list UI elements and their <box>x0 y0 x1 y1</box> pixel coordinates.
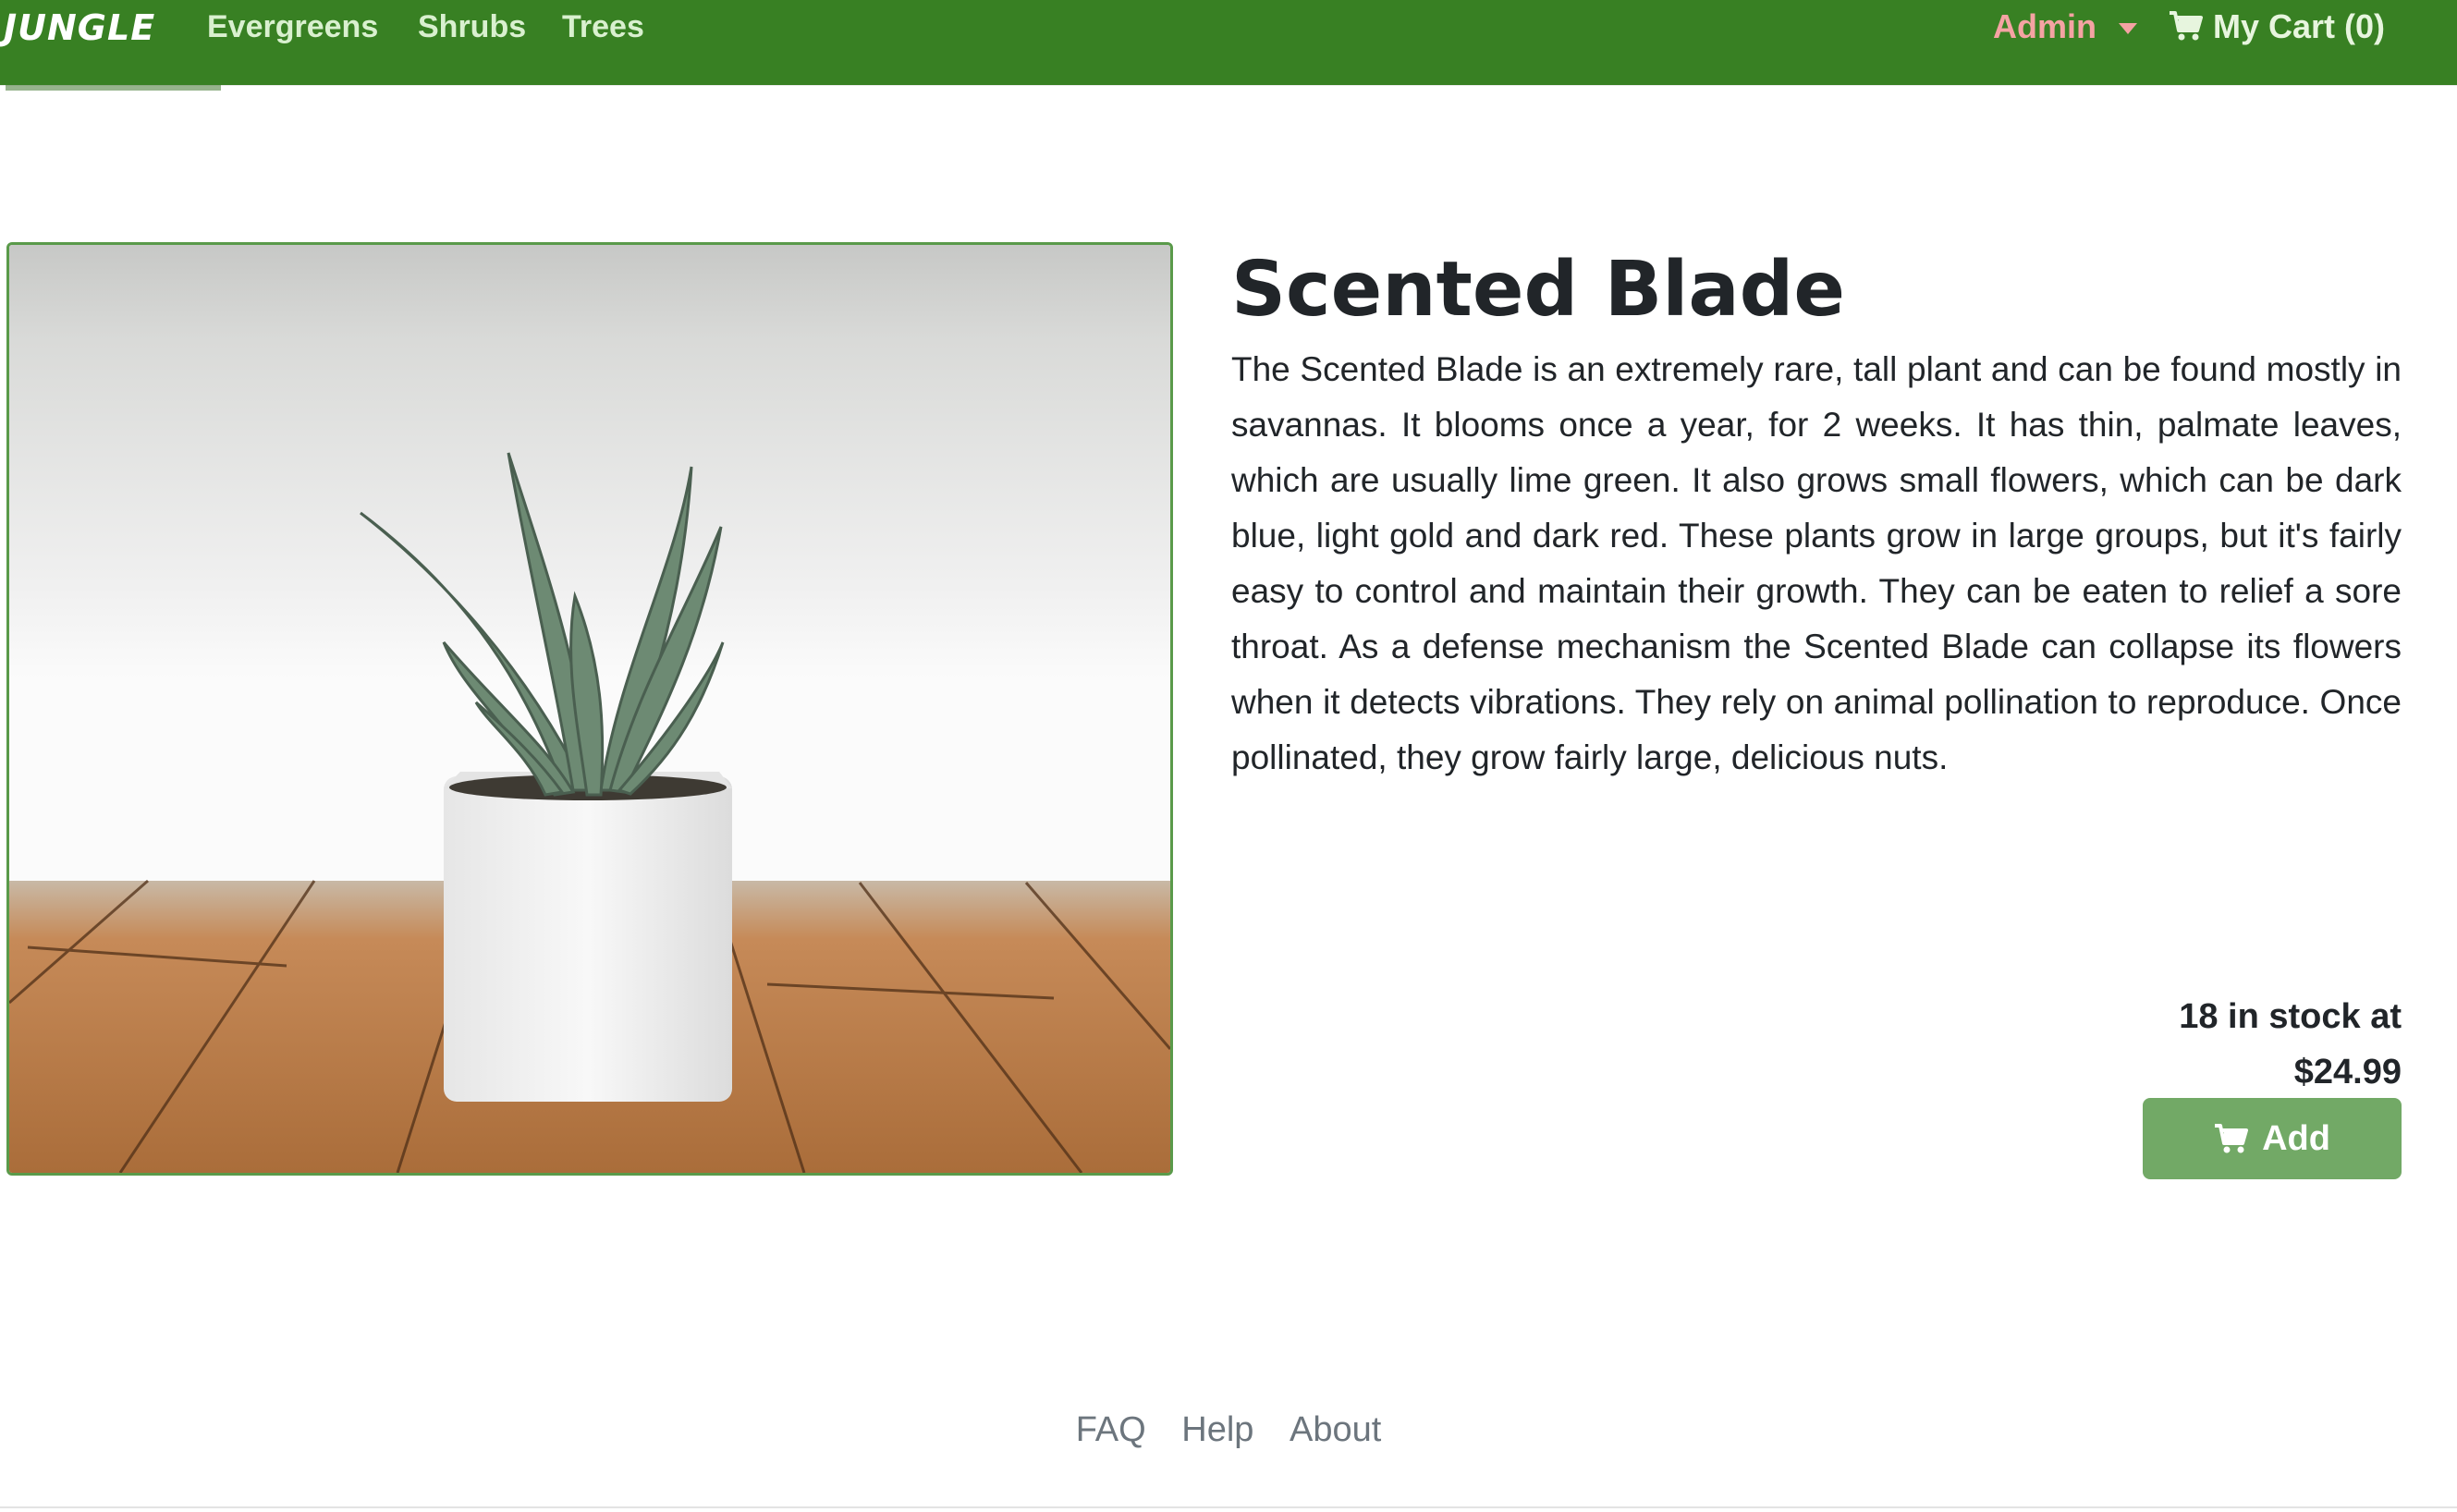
product-price: $24.99 <box>2293 1053 2402 1091</box>
top-navbar: JUNGLE Evergreens Shrubs Trees Admin My … <box>0 0 2457 85</box>
stock-info: 18 in stock at $24.99 <box>2179 989 2402 1100</box>
cart-label: My Cart (0) <box>2213 7 2386 45</box>
breadcrumb-remnant <box>6 85 221 91</box>
product-description: The Scented Blade is an extremely rare, … <box>1231 350 2402 776</box>
add-button-label: Add <box>2262 1118 2330 1158</box>
footer-links: FAQ Help About <box>0 1410 2457 1450</box>
nav-link-trees[interactable]: Trees <box>562 9 644 45</box>
footer-link-about[interactable]: About <box>1290 1410 1381 1450</box>
nav-link-evergreens[interactable]: Evergreens <box>207 9 378 45</box>
stock-count-text: 18 in stock at <box>2179 997 2402 1036</box>
product-image <box>6 242 1173 1176</box>
admin-dropdown[interactable]: Admin <box>1993 7 2138 46</box>
plant-photo <box>9 245 1170 1173</box>
footer-link-faq[interactable]: FAQ <box>1076 1410 1146 1450</box>
brand-logo[interactable]: JUNGLE <box>4 7 155 48</box>
product-title: Scented Blade <box>1231 246 1845 334</box>
add-to-cart-button[interactable]: Add <box>2143 1098 2402 1179</box>
shopping-cart-icon <box>2215 1124 2249 1153</box>
footer-link-help[interactable]: Help <box>1181 1410 1253 1450</box>
nav-link-shrubs[interactable]: Shrubs <box>418 9 526 45</box>
caret-down-icon <box>2119 23 2138 35</box>
admin-label: Admin <box>1993 7 2096 45</box>
shopping-cart-icon <box>2170 11 2203 41</box>
cart-link[interactable]: My Cart (0) <box>2169 7 2385 46</box>
footer-divider <box>0 1506 2457 1508</box>
